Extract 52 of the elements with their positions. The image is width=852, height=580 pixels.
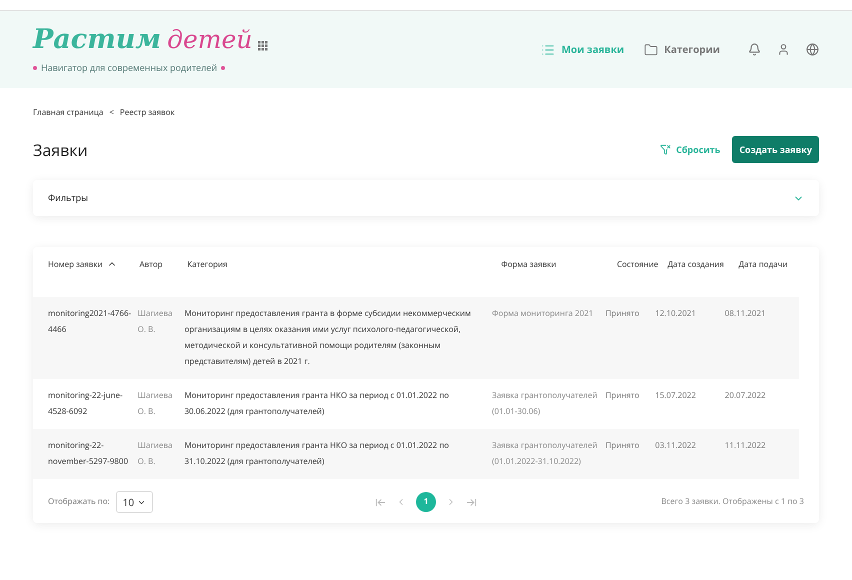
grid-icon[interactable] (258, 40, 268, 51)
first-page-icon[interactable] (375, 496, 386, 508)
nav-link[interactable]: Категории (644, 42, 720, 57)
pagination-summary: Всего 3 заявки. Отображены с 1 по 3 (660, 496, 804, 508)
page-title: Заявки (33, 138, 88, 162)
table-cell-text: monitoring2021-4766-4466 (48, 307, 132, 337)
table-cell-text: Заявка грантополучателей (01.01.2022-31.10.2022) (492, 439, 598, 469)
bullet-icon (221, 66, 226, 70)
table-cell-text: Шагиева О. В. (138, 389, 174, 419)
table-cell-text: Принято (605, 389, 640, 403)
table-cell-text: Заявка грантополучателей (01.01-30.06) (492, 389, 598, 419)
filters-panel[interactable]: Фильтры (33, 180, 819, 216)
table-cell-text: Принято (605, 307, 640, 321)
breadcrumb-separator: < (109, 107, 114, 119)
user-icon[interactable] (777, 43, 790, 56)
tagline: Навигатор для современных родителей (41, 60, 218, 74)
bell-icon[interactable] (748, 43, 761, 56)
filters-label: Фильтры (48, 191, 88, 205)
table-cell-text: 12.10.2021 (655, 307, 697, 321)
folder-icon (644, 42, 658, 56)
column-header[interactable]: Номер заявки (48, 257, 140, 297)
logo-text: Растим (33, 24, 162, 55)
filter-off-icon (660, 144, 672, 155)
table-cell-text: Принято (605, 439, 640, 453)
globe-icon[interactable] (806, 43, 819, 56)
per-page-label: Отображать по: (48, 496, 110, 508)
table-cell-text: 03.11.2022 (655, 439, 697, 453)
table-cell-text: monitoring-22-june-4528-6092 (48, 389, 124, 419)
create-button[interactable]: Создать заявку (732, 136, 819, 163)
breadcrumb-link[interactable]: Главная страница (33, 107, 104, 119)
column-header[interactable]: Состояние (616, 257, 668, 297)
table-cell-text: Мониторинг предоставления гранта в форме субсидии некоммерческим организациям в целях оказания ими услуг психолого-педагогической, методической и консультативной помощи родителям (законным представителям) детей в 2021 г. (184, 307, 472, 369)
column-header[interactable]: Форма заявки (501, 257, 617, 297)
breadcrumb-link[interactable]: Реестр заявок (120, 107, 175, 119)
table-cell-text: Форма мониторинга 2021 (492, 307, 594, 321)
table-cell-text: monitoring-22-november-5297-9800 (48, 439, 130, 469)
column-header[interactable]: Дата создания (668, 257, 739, 297)
column-header[interactable]: Категория (187, 257, 502, 297)
column-header[interactable]: Дата подачи (738, 257, 799, 297)
table-cell-text: 11.11.2022 (724, 439, 767, 453)
table-cell-text: 15.07.2022 (655, 389, 697, 403)
table-cell-text: 08.11.2021 (724, 307, 767, 321)
logo-text: детей (167, 24, 252, 55)
table-cell-text: Мониторинг предоставления гранта НКО за период с 01.01.2022 по 30.06.2022 (для грантополучателей) (184, 389, 450, 419)
bullet-icon (33, 66, 37, 70)
table-cell-text: Шагиева О. В. (138, 439, 174, 469)
table-cell-text: Шагиева О. В. (138, 307, 174, 337)
table-cell-text: 20.07.2022 (724, 389, 767, 403)
column-header[interactable]: Автор (139, 257, 188, 297)
per-page-select[interactable]: 10 (116, 491, 154, 513)
table-cell-text: Мониторинг предоставления гранта НКО за период с 01.01.2022 по 31.10.2022 (для грантополучателей) (184, 439, 450, 469)
last-page-icon[interactable] (466, 496, 477, 508)
